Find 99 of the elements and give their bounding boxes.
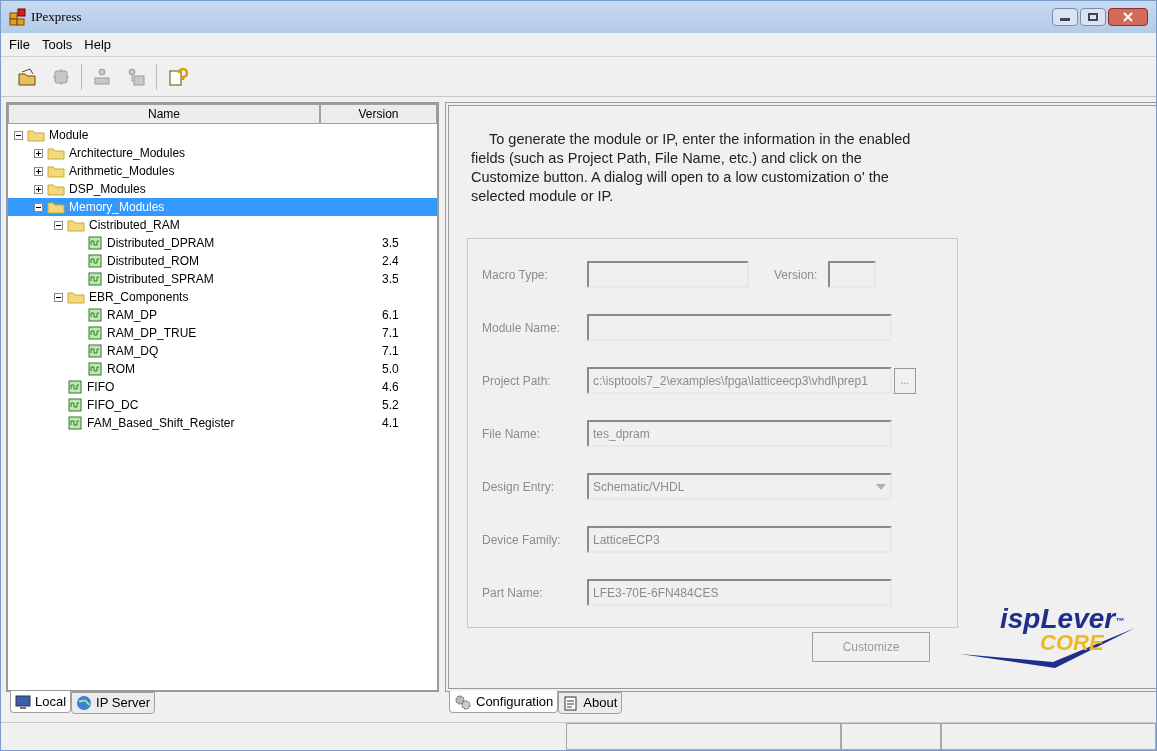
folder-icon (67, 290, 85, 304)
module-icon (67, 379, 83, 395)
close-button[interactable] (1108, 8, 1148, 26)
input-field[interactable] (587, 261, 749, 288)
input-field[interactable] (587, 314, 892, 341)
instructions-text: To generate the module or IP, enter the information in the enabled fields (such as Project Path, File Name, etc.) and click on the Customize button. A dialog will open to a low customization o' the selected module or IP. (470, 130, 912, 206)
tree-row[interactable]: Distributed_SPRAM 3.5 (8, 270, 437, 288)
notes-icon (563, 695, 580, 711)
expander-icon[interactable] (34, 166, 43, 176)
menu-item[interactable]: Tools (41, 34, 73, 55)
gears-icon (454, 693, 472, 710)
tree-row[interactable]: RAM_DQ 7.1 (8, 342, 437, 360)
tree-row[interactable]: DSP_Modules (8, 180, 437, 198)
field-label: Macro Type: (482, 266, 549, 284)
tree-label: FAM_Based_Shift_Register (87, 415, 235, 432)
version-text: 6.1 (381, 307, 399, 324)
tree-row[interactable]: RAM_DP 6.1 (8, 306, 437, 324)
tree-row[interactable]: EBR_Components (8, 288, 437, 306)
version-text: 2.4 (381, 253, 399, 270)
tree-label: Distributed_SPRAM (107, 271, 214, 288)
tree-label: EBR_Components (89, 289, 189, 306)
field-label: Module Name: (482, 319, 562, 337)
tree-row[interactable]: FIFO 4.6 (8, 378, 437, 396)
expander-icon[interactable] (34, 202, 43, 212)
minimize-button[interactable] (1052, 8, 1078, 26)
caret-icon (876, 483, 886, 490)
folder-icon (47, 164, 65, 178)
window-title: IPexpress (31, 8, 82, 27)
expander-icon[interactable] (34, 148, 43, 158)
field-label: Project Path: (482, 372, 552, 390)
tree-row[interactable]: FAM_Based_Shift_Register 4.1 (8, 414, 437, 432)
tab[interactable]: IP Server (71, 692, 156, 714)
input-field[interactable] (828, 261, 876, 288)
module-icon (87, 235, 103, 251)
field-label: Design Entry: (482, 478, 556, 496)
tree-label: Arithmetic_Modules (69, 163, 175, 180)
module-icon (67, 397, 83, 413)
version-text: 3.5 (381, 235, 399, 252)
module-icon (87, 253, 103, 269)
tree-row[interactable]: Arithmetic_Modules (8, 162, 437, 180)
folder-icon (47, 200, 65, 214)
tree-label: Memory_Modules (69, 199, 165, 216)
version-text: 7.1 (381, 343, 399, 360)
tree-row[interactable]: Distributed_ROM 2.4 (8, 252, 437, 270)
folder-icon (47, 182, 65, 196)
tree-label: Distributed_DPRAM (107, 235, 215, 252)
tree-label: FIFO_DC (87, 397, 139, 414)
version-text: 3.5 (381, 271, 399, 288)
tree-label: RAM_DP_TRUE (107, 325, 197, 342)
maximize-button[interactable] (1080, 8, 1106, 26)
tree-label: RAM_DQ (107, 343, 159, 360)
tree-label: DSP_Modules (69, 181, 146, 198)
folder-icon (27, 128, 45, 142)
field-label: File Name: (482, 425, 541, 443)
version-text: 5.0 (381, 361, 399, 378)
version-text: 4.6 (381, 379, 399, 396)
version-text: 4.1 (381, 415, 399, 432)
folder-icon (47, 146, 65, 160)
expander-icon[interactable] (14, 130, 23, 140)
module-icon (87, 343, 103, 359)
tree-label: ROM (107, 361, 135, 378)
column-header[interactable]: Version (320, 104, 437, 124)
tree-label: Module (49, 127, 89, 144)
tab[interactable]: About (558, 692, 623, 714)
module-icon (87, 361, 103, 377)
module-icon (67, 415, 83, 431)
tab[interactable]: Configuration (449, 691, 559, 713)
expander-icon[interactable] (34, 184, 43, 194)
expander-icon[interactable] (54, 292, 63, 302)
computer-icon (15, 693, 31, 710)
tree-label: RAM_DP (107, 307, 157, 324)
tree-row[interactable]: Architecture_Modules (8, 144, 437, 162)
tree-row[interactable]: Cistributed_RAM (8, 216, 437, 234)
tree-row[interactable]: Distributed_DPRAM 3.5 (8, 234, 437, 252)
field-label: Version: (774, 266, 819, 284)
version-text: 5.2 (381, 397, 399, 414)
close-icon (1123, 12, 1133, 22)
tree-label: FIFO (87, 379, 115, 396)
field-label: Part Name: (482, 584, 544, 602)
column-header[interactable]: Name (8, 104, 320, 124)
tree-row[interactable]: FIFO_DC 5.2 (8, 396, 437, 414)
tree-label: Distributed_ROM (107, 253, 200, 270)
menu-item[interactable]: File (9, 34, 30, 55)
tree-label: Architecture_Modules (69, 145, 186, 162)
expander-icon[interactable] (54, 220, 63, 230)
tab[interactable]: Local (10, 691, 72, 713)
module-icon (87, 271, 103, 287)
field-label: Device Family: (482, 531, 562, 549)
globe-icon (76, 695, 93, 711)
app-icon (9, 8, 27, 26)
module-icon (87, 307, 103, 323)
tree-row[interactable]: Module (8, 126, 437, 144)
menu-item[interactable]: Help (84, 34, 112, 55)
tree-row[interactable]: RAM_DP_TRUE 7.1 (8, 324, 437, 342)
tree-row[interactable]: ROM 5.0 (8, 360, 437, 378)
module-icon (87, 325, 103, 341)
tree-label: Cistributed_RAM (89, 217, 180, 234)
folder-icon (67, 218, 85, 232)
version-text: 7.1 (381, 325, 399, 342)
